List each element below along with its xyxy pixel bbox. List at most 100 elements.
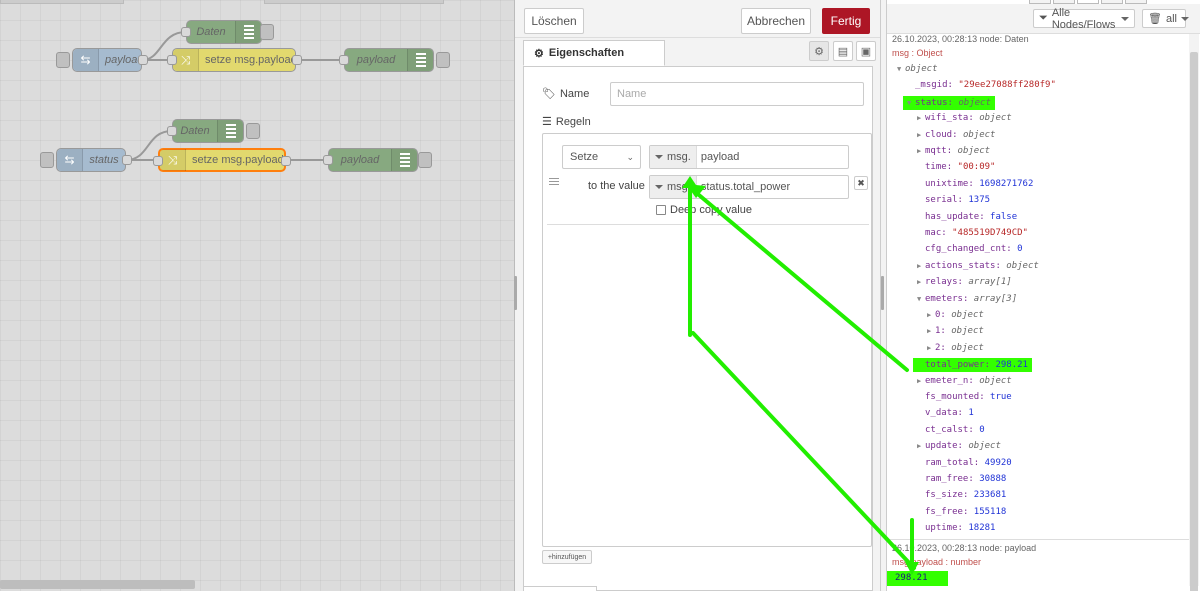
tree-row[interactable]: ▼ status: object: [903, 95, 995, 110]
clear-messages-dropdown[interactable]: 🗑 all: [1142, 9, 1189, 28]
tree-value: 1698271762: [979, 178, 1034, 189]
drag-handle-icon[interactable]: [549, 178, 559, 185]
output-port[interactable]: [122, 155, 132, 165]
tree-separator: :: [947, 80, 959, 91]
flow-workspace[interactable]: ⇆ payload Daten ⤨ setze msg.payload payl…: [0, 0, 514, 591]
tree-row: total_power: 298.21: [913, 358, 1032, 373]
debug-node-daten[interactable]: Daten: [181, 20, 262, 44]
tree-row: v_data: 1: [917, 407, 974, 419]
tree-separator: :: [973, 457, 985, 468]
tree-row[interactable]: ▶ 0: object: [927, 309, 984, 321]
input-port[interactable]: [167, 126, 177, 136]
output-port[interactable]: [292, 55, 302, 65]
caret-collapsed-icon[interactable]: ▶: [927, 309, 935, 321]
tab-properties[interactable]: ⚙ Eigenschaften: [523, 40, 665, 66]
rule-value-input[interactable]: msg. status.total_power: [649, 175, 849, 199]
tree-row[interactable]: ▶ wifi_sta: object: [917, 112, 1012, 124]
caret-collapsed-icon[interactable]: ▶: [917, 440, 925, 452]
inject-node-payload[interactable]: ⇆ payload: [72, 48, 148, 72]
caret-expanded-icon[interactable]: ▼: [907, 97, 915, 109]
settings-tab-icon[interactable]: ⚙: [809, 41, 829, 61]
payload-value[interactable]: 298.21: [887, 571, 948, 586]
input-port[interactable]: [339, 55, 349, 65]
caret-collapsed-icon[interactable]: ▶: [927, 342, 935, 354]
tree-row: mac: "485519D749CD": [917, 227, 1028, 239]
tree-row[interactable]: ▼ object: [897, 63, 938, 75]
deep-copy-checkbox[interactable]: Deep copy value: [656, 204, 752, 216]
caret-expanded-icon[interactable]: ▼: [897, 63, 905, 75]
message-path[interactable]: msg.payload : number: [892, 557, 981, 567]
node-label: setze msg.payload: [205, 54, 297, 66]
tree-row[interactable]: ▶ actions_stats: object: [917, 260, 1039, 272]
debug-node-daten[interactable]: Daten: [167, 119, 244, 143]
tree-separator: :: [968, 375, 980, 386]
input-port[interactable]: [153, 156, 163, 166]
remove-rule-button[interactable]: ✖: [854, 176, 868, 190]
tree-value: 1375: [968, 195, 991, 206]
output-port[interactable]: [281, 156, 291, 166]
tree-row[interactable]: ▼ emeters: array[3]: [917, 293, 1017, 305]
caret-collapsed-icon[interactable]: ▶: [917, 129, 925, 141]
workspace-scrollbar[interactable]: [0, 580, 195, 589]
tree-row[interactable]: ▶ relays: array[1]: [917, 276, 1012, 288]
done-button[interactable]: Fertig: [822, 8, 870, 34]
message-path[interactable]: msg : Object: [892, 48, 943, 58]
checkbox-box[interactable]: [656, 205, 666, 215]
type-selector[interactable]: msg.: [650, 146, 697, 168]
input-port[interactable]: [323, 155, 333, 165]
debug-node-payload[interactable]: payload: [339, 48, 434, 72]
description-tab-icon[interactable]: ▤: [833, 41, 853, 61]
tree-row[interactable]: ▶ emeter_n: object: [917, 375, 1012, 387]
tree-key: fs_mounted: [925, 392, 980, 402]
tree-row[interactable]: ▶ 2: object: [927, 342, 984, 354]
sidebar-scrollbar[interactable]: [1189, 34, 1199, 591]
tree-key: mac: [925, 228, 942, 238]
caret-down-icon: [1180, 16, 1189, 21]
filter-nodes-dropdown[interactable]: ⏷ Alle Nodes/Flows: [1033, 7, 1135, 31]
tray-resize-handle[interactable]: [514, 276, 517, 310]
debug-node-payload[interactable]: payload: [323, 148, 418, 172]
debug-toggle-button[interactable]: [418, 152, 432, 168]
debug-toggle-button[interactable]: [436, 52, 450, 68]
caret-collapsed-icon[interactable]: ▶: [917, 260, 925, 272]
caret-down-icon: [655, 185, 663, 189]
inject-node-status[interactable]: ⇆ status: [56, 148, 132, 172]
tree-row: ram_total: 49920: [917, 457, 1012, 469]
inject-trigger-button[interactable]: [40, 152, 54, 168]
tree-separator: :: [940, 326, 952, 337]
tree-row[interactable]: ▶ mqtt: object: [917, 145, 990, 157]
caret-collapsed-icon[interactable]: ▶: [917, 276, 925, 288]
debug-toggle-button[interactable]: [246, 123, 260, 139]
inject-trigger-button[interactable]: [56, 52, 70, 68]
caret-expanded-icon[interactable]: ▼: [917, 293, 925, 305]
tree-row: unixtime: 1698271762: [917, 178, 1033, 190]
type-selector[interactable]: msg.: [650, 176, 697, 198]
tree-key: _msgid: [915, 80, 948, 91]
appearance-tab-icon[interactable]: ▣: [856, 41, 876, 61]
tree-separator: :: [984, 360, 996, 371]
input-port[interactable]: [167, 55, 177, 65]
rule-property-input[interactable]: msg. payload: [649, 145, 849, 169]
tree-row[interactable]: ▶ update: object: [917, 440, 1001, 452]
shuffle-icon: ⤨: [160, 149, 186, 171]
input-port[interactable]: [181, 27, 191, 37]
tree-separator: :: [957, 408, 969, 419]
change-node[interactable]: ⤨ setze msg.payload: [167, 48, 302, 72]
tray-footer-button[interactable]: [523, 586, 597, 591]
caret-collapsed-icon[interactable]: ▶: [917, 145, 925, 157]
caret-collapsed-icon[interactable]: ▶: [927, 325, 935, 337]
debug-toggle-button[interactable]: [260, 24, 274, 40]
tree-row[interactable]: ▶ 1: object: [927, 325, 984, 337]
tree-row[interactable]: ▶ cloud: object: [917, 129, 995, 141]
caret-collapsed-icon[interactable]: ▶: [917, 112, 925, 124]
add-rule-button[interactable]: + hinzufügen: [542, 550, 592, 564]
name-input[interactable]: Name: [610, 82, 864, 106]
cancel-button[interactable]: Abbrechen: [741, 8, 811, 34]
output-port[interactable]: [138, 55, 148, 65]
debug-icon: [217, 120, 243, 142]
sidebar-resize-handle[interactable]: [881, 276, 884, 310]
change-node-selected[interactable]: ⤨ setze msg.payload: [153, 148, 291, 172]
delete-button[interactable]: Löschen: [524, 8, 584, 34]
rule-action-select[interactable]: Setze ⌄: [562, 145, 641, 169]
caret-collapsed-icon[interactable]: ▶: [917, 375, 925, 387]
